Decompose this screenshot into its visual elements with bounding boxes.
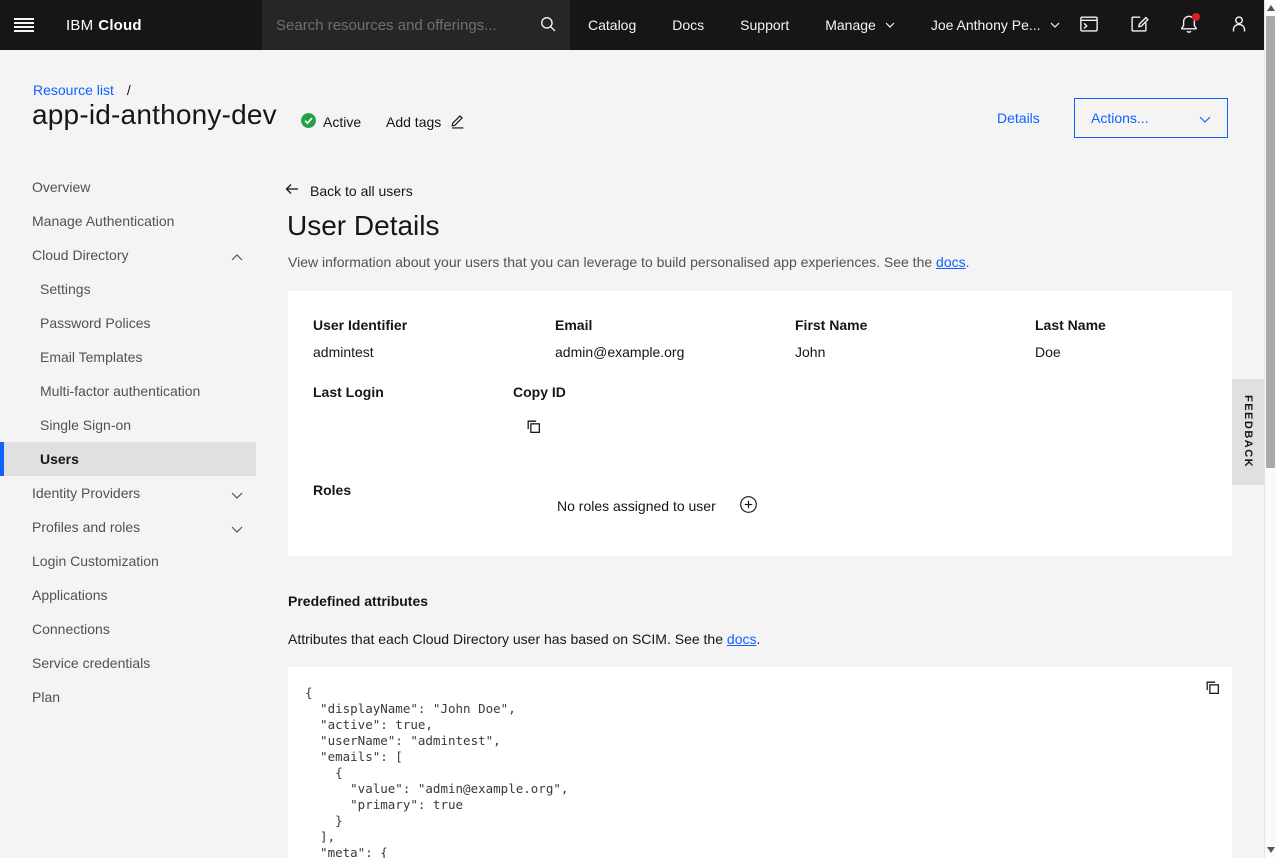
scim-attributes-code-block: { "displayName": "John Doe", "active": t… [288, 667, 1232, 858]
docs-link[interactable]: docs [936, 254, 966, 270]
field-label-email: Email [555, 317, 592, 333]
hamburger-icon [14, 18, 34, 32]
header-icon-group [1064, 0, 1264, 50]
field-value-last-name: Doe [1035, 344, 1061, 360]
add-circle-icon [739, 495, 758, 517]
vertical-scrollbar[interactable] [1264, 0, 1276, 858]
actions-dropdown[interactable]: Actions... [1074, 98, 1228, 138]
predefined-attributes-description: Attributes that each Cloud Directory use… [288, 631, 760, 647]
field-label-first-name: First Name [795, 317, 867, 333]
sidebar-item-users[interactable]: Users [0, 442, 256, 476]
field-value-first-name: John [795, 344, 825, 360]
cloud-shell-icon [1079, 14, 1099, 37]
cloud-shell-button[interactable] [1064, 0, 1114, 50]
docs-link[interactable]: docs [727, 631, 757, 647]
sidebar-item-cloud-directory[interactable]: Cloud Directory [0, 238, 256, 272]
header-search [262, 0, 570, 50]
sidebar-item-overview[interactable]: Overview [0, 170, 256, 204]
search-input[interactable] [262, 0, 526, 50]
field-label-last-login: Last Login [313, 384, 384, 400]
predefined-attributes-heading: Predefined attributes [288, 593, 428, 609]
field-label-copy-id: Copy ID [513, 384, 566, 400]
ibm-cloud-logo[interactable]: IBM Cloud [66, 0, 142, 50]
feedback-tab[interactable]: FEEDBACK [1232, 379, 1264, 485]
sidebar-item-identity-providers[interactable]: Identity Providers [0, 476, 256, 510]
user-details-heading: User Details [287, 210, 439, 242]
copy-icon [1204, 679, 1221, 699]
chevron-down-icon [231, 520, 243, 536]
chevron-down-icon [1199, 110, 1211, 126]
search-button[interactable] [526, 0, 570, 50]
user-details-description: View information about your users that y… [288, 254, 970, 270]
edit-square-icon [1129, 14, 1149, 37]
roles-empty-text: No roles assigned to user [557, 498, 716, 514]
roles-label: Roles [313, 482, 351, 498]
hamburger-menu-button[interactable] [0, 0, 48, 50]
user-details-card: User Identifier Email First Name Last Na… [288, 291, 1232, 556]
sidebar-item-profiles-and-roles[interactable]: Profiles and roles [0, 510, 256, 544]
breadcrumb-separator: / [127, 82, 131, 98]
add-role-button[interactable] [739, 495, 758, 517]
notifications-button[interactable] [1164, 0, 1214, 50]
nav-support[interactable]: Support [722, 0, 807, 50]
arrow-left-icon [284, 181, 310, 200]
status-badge-label: Active [323, 114, 361, 130]
scrollbar-thumb[interactable] [1266, 16, 1275, 468]
chevron-down-icon [885, 22, 895, 28]
chevron-down-icon [231, 486, 243, 502]
copy-icon [525, 418, 542, 438]
edit-pencil-icon [441, 112, 466, 132]
chevron-up-icon [231, 248, 243, 264]
sidebar-item-login-customization[interactable]: Login Customization [0, 544, 256, 578]
breadcrumb-resource-list-link[interactable]: Resource list [33, 82, 114, 98]
page-title: app-id-anthony-dev [32, 99, 277, 131]
sidebar-item-password-polices[interactable]: Password Polices [0, 306, 256, 340]
field-label-user-identifier: User Identifier [313, 317, 407, 333]
sidebar-item-connections[interactable]: Connections [0, 612, 256, 646]
avatar-icon [1229, 14, 1249, 37]
sidebar-item-settings[interactable]: Settings [0, 272, 256, 306]
notification-dot [1192, 13, 1200, 21]
field-value-email: admin@example.org [555, 344, 684, 360]
profile-avatar-button[interactable] [1214, 0, 1264, 50]
sidebar-item-plan[interactable]: Plan [0, 680, 256, 714]
nav-account[interactable]: Joe Anthony Pe... [913, 0, 1078, 50]
sidebar-item-email-templates[interactable]: Email Templates [0, 340, 256, 374]
scrollbar-down-arrow[interactable] [1267, 847, 1275, 853]
status-badge: Active [300, 112, 361, 132]
add-tags-button[interactable]: Add tags [386, 112, 466, 132]
sidebar-item-service-credentials[interactable]: Service credentials [0, 646, 256, 680]
header-nav: Catalog Docs Support Manage Joe Anthony … [570, 0, 1078, 50]
sidebar-nav: Overview Manage Authentication Cloud Dir… [0, 170, 256, 714]
copy-id-button[interactable] [525, 418, 542, 438]
copy-code-button[interactable] [1204, 679, 1221, 699]
nav-catalog[interactable]: Catalog [570, 0, 654, 50]
feedback-edit-button[interactable] [1114, 0, 1164, 50]
chevron-down-icon [1050, 22, 1060, 28]
sidebar-item-applications[interactable]: Applications [0, 578, 256, 612]
scrollbar-up-arrow[interactable] [1267, 5, 1275, 11]
top-header: IBM Cloud Catalog Docs Support Manage Jo… [0, 0, 1264, 50]
field-value-user-identifier: admintest [313, 344, 374, 360]
sidebar-item-manage-authentication[interactable]: Manage Authentication [0, 204, 256, 238]
search-icon [539, 15, 557, 36]
nav-manage[interactable]: Manage [807, 0, 913, 50]
breadcrumb: Resource list / [33, 82, 131, 98]
details-link[interactable]: Details [997, 110, 1040, 126]
back-to-all-users-link[interactable]: Back to all users [284, 181, 413, 200]
field-label-last-name: Last Name [1035, 317, 1106, 333]
sidebar-item-single-sign-on[interactable]: Single Sign-on [0, 408, 256, 442]
nav-docs[interactable]: Docs [654, 0, 722, 50]
sidebar-item-multi-factor-authentication[interactable]: Multi-factor authentication [0, 374, 256, 408]
check-circle-icon [300, 112, 323, 132]
scim-json-code: { "displayName": "John Doe", "active": t… [305, 685, 568, 858]
